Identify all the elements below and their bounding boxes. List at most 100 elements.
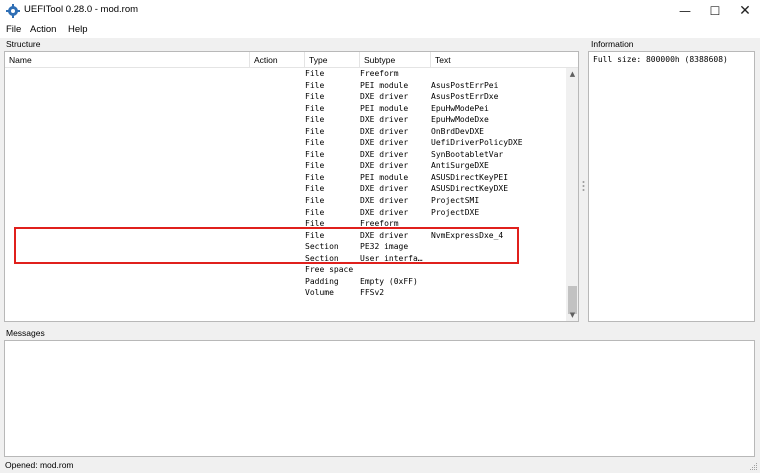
tree-cell-subtype: DXE driver <box>360 196 409 206</box>
scroll-up-arrow-icon[interactable]: ▲ <box>566 68 578 81</box>
tree-row[interactable]: ›010216CD-9C09-4EB5-B7DA-D0A2865092D4Fil… <box>5 207 566 219</box>
minimize-button[interactable]: — <box>670 0 700 22</box>
column-header-text[interactable]: Text <box>431 52 566 68</box>
structure-tree[interactable]: Name Action Type Subtype Text ›08350A86-… <box>4 51 579 322</box>
tree-cell-text: AntiSurgeDXE <box>431 161 489 171</box>
splitter-handle[interactable] <box>582 180 585 192</box>
tree-row[interactable]: ›08350A86-AF13-4497-9B3B-9939DB0B5253Fil… <box>5 68 566 80</box>
tree-cell-subtype: Freeform <box>360 69 399 78</box>
tree-cell-subtype: DXE driver <box>360 149 409 159</box>
tree-cell-text: ProjectDXE <box>431 207 480 217</box>
tree-cell-type: File <box>305 161 325 171</box>
tree-cell-type: File <box>305 149 325 159</box>
structure-label: Structure <box>6 39 41 49</box>
tree-row[interactable]: ›B12C81DC-1711-42DF-AF3C-772A26DFDADBFil… <box>5 160 566 172</box>
vertical-scrollbar[interactable]: ▲ ▼ <box>566 68 578 321</box>
tree-row[interactable]: ›362C7275-4D8F-4607-8D8F-28893ABACD60Fil… <box>5 103 566 115</box>
column-header-action[interactable]: Action <box>250 52 305 68</box>
tree-row[interactable]: PaddingPaddingEmpty (0xFF) <box>5 276 566 288</box>
column-header-name[interactable]: Name <box>5 52 250 68</box>
tree-cell-text: OnBrdDevDXE <box>431 126 484 136</box>
tree-cell-subtype: DXE driver <box>360 126 409 136</box>
info-full-size: Full size: 800000h (8388608) <box>593 55 728 64</box>
tree-cell-type: File <box>305 172 325 182</box>
tree-row[interactable]: Volume free spaceFree space <box>5 264 566 276</box>
maximize-button[interactable]: ☐ <box>700 0 730 22</box>
tree-cell-subtype: DXE driver <box>360 207 409 217</box>
tree-row[interactable]: ›21E34727-3881-4DEE-8020-D8908A980311Fil… <box>5 114 566 126</box>
tree-cell-subtype: Empty (0xFF) <box>360 276 418 286</box>
tree-cell-type: File <box>305 138 325 148</box>
tree-cell-type: Free space <box>305 265 354 275</box>
menu-help[interactable]: Help <box>68 24 88 35</box>
tree-cell-type: File <box>305 80 325 90</box>
column-header-subtype[interactable]: Subtype <box>360 52 431 68</box>
tree-cell-type: File <box>305 126 325 136</box>
tree-row[interactable]: ›9BD5C81D-096C-4625-A08B-405F78FE0CFCFil… <box>5 218 566 230</box>
tree-cell-type: File <box>305 207 325 217</box>
tree-cell-type: File <box>305 230 325 240</box>
status-text: Opened: mod.rom <box>5 460 74 470</box>
tree-cell-subtype: PEI module <box>360 103 409 113</box>
tree-rows: ›08350A86-AF13-4497-9B3B-9939DB0B5253Fil… <box>5 68 566 299</box>
tree-row[interactable]: ›3EBD8C7C-733B-4667-B7D1-4ABEA366C95BFil… <box>5 172 566 184</box>
tree-cell-text: EpuHwModePei <box>431 103 489 113</box>
tree-row[interactable]: User interface sectionSectionUser interf… <box>5 253 566 265</box>
resize-grip-icon[interactable] <box>748 461 758 471</box>
tree-row[interactable]: ›1DACE8EE-CD97-491E-8A0C-305D6437323CFil… <box>5 126 566 138</box>
tree-cell-text: AsusPostErrDxe <box>431 92 499 102</box>
tree-cell-text: UefiDriverPolicyDXE <box>431 138 523 148</box>
tree-row[interactable]: ›3F78CB8D-72EE-414E-B023-DACA003BDDF5Fil… <box>5 195 566 207</box>
tree-cell-text: SynBootabletVar <box>431 149 504 159</box>
tree-cell-text: EpuHwModeDxe <box>431 115 489 125</box>
tree-cell-subtype: PE32 image <box>360 242 409 252</box>
title-bar: UEFITool 0.28.0 - mod.rom — ☐ ✕ <box>0 0 760 22</box>
tree-header: Name Action Type Subtype Text <box>5 52 578 68</box>
messages-label: Messages <box>6 328 45 338</box>
tree-cell-text: ASUSDirectKeyPEI <box>431 172 509 182</box>
tree-row[interactable]: ›52715B77-04A5-487A-B980-CDC3718EBEC8Fil… <box>5 80 566 92</box>
tree-row[interactable]: PE32 image sectionSectionPE32 image <box>5 241 566 253</box>
tree-cell-type: File <box>305 196 325 206</box>
uefitool-gear-icon <box>6 4 20 18</box>
information-label: Information <box>591 39 634 49</box>
tree-cell-subtype: FFSv2 <box>360 288 385 298</box>
window-title: UEFITool 0.28.0 - mod.rom <box>24 4 139 15</box>
tree-row[interactable]: ›7497B957-20C3-4E47-A2C0-594966FD28FDFil… <box>5 137 566 149</box>
tree-cell-subtype: PEI module <box>360 172 409 182</box>
tree-cell-text: AsusPostErrPei <box>431 80 499 90</box>
tree-cell-text: NvmExpressDxe_4 <box>431 230 504 240</box>
tree-cell-subtype: DXE driver <box>360 161 409 171</box>
close-button[interactable]: ✕ <box>730 0 760 22</box>
tree-cell-type: File <box>305 92 325 102</box>
tree-row[interactable]: ›54AB7A17-AD08-4F86-83C2-4CF398EBC0ADFil… <box>5 91 566 103</box>
tree-cell-subtype: DXE driver <box>360 230 409 240</box>
tree-row[interactable]: ›8C8CE578-8A3D-4F1C-9935-896185C32DD3Vol… <box>5 287 566 299</box>
tree-cell-type: File <box>305 103 325 113</box>
tree-cell-text: ProjectSMI <box>431 196 480 206</box>
menu-file[interactable]: File <box>6 24 21 35</box>
menu-bar: File Action Help <box>0 22 760 38</box>
tree-row[interactable]: ›BFD8ABE9-C091-6543-A94D-136E5BADD22DFil… <box>5 149 566 161</box>
column-header-type[interactable]: Type <box>305 52 360 68</box>
messages-panel[interactable] <box>4 340 755 457</box>
tree-cell-subtype: User interfa… <box>360 253 423 263</box>
tree-cell-subtype: DXE driver <box>360 138 409 148</box>
tree-row[interactable]: ⌄5BE3BDF4-53CF-46A3-A6A9-73C34A6E5EE3Fil… <box>5 230 566 242</box>
tree-cell-subtype: DXE driver <box>360 184 409 194</box>
tree-cell-subtype: DXE driver <box>360 92 409 102</box>
menu-action[interactable]: Action <box>30 24 56 35</box>
tree-row[interactable]: ›CF2F5574-3C73-4D2F-976D-665CAD2E5381Fil… <box>5 183 566 195</box>
information-panel[interactable]: Full size: 800000h (8388608) <box>588 51 755 322</box>
tree-cell-subtype: Freeform <box>360 219 399 229</box>
tree-cell-type: File <box>305 115 325 125</box>
scroll-down-arrow-icon[interactable]: ▼ <box>566 309 578 321</box>
tree-cell-type: Padding <box>305 276 339 286</box>
tree-cell-type: Volume <box>305 288 334 298</box>
tree-cell-type: Section <box>305 242 339 252</box>
tree-cell-type: File <box>305 219 325 229</box>
tree-cell-type: File <box>305 184 325 194</box>
tree-cell-text: ASUSDirectKeyDXE <box>431 184 509 194</box>
tree-cell-subtype: PEI module <box>360 80 409 90</box>
tree-cell-subtype: DXE driver <box>360 115 409 125</box>
